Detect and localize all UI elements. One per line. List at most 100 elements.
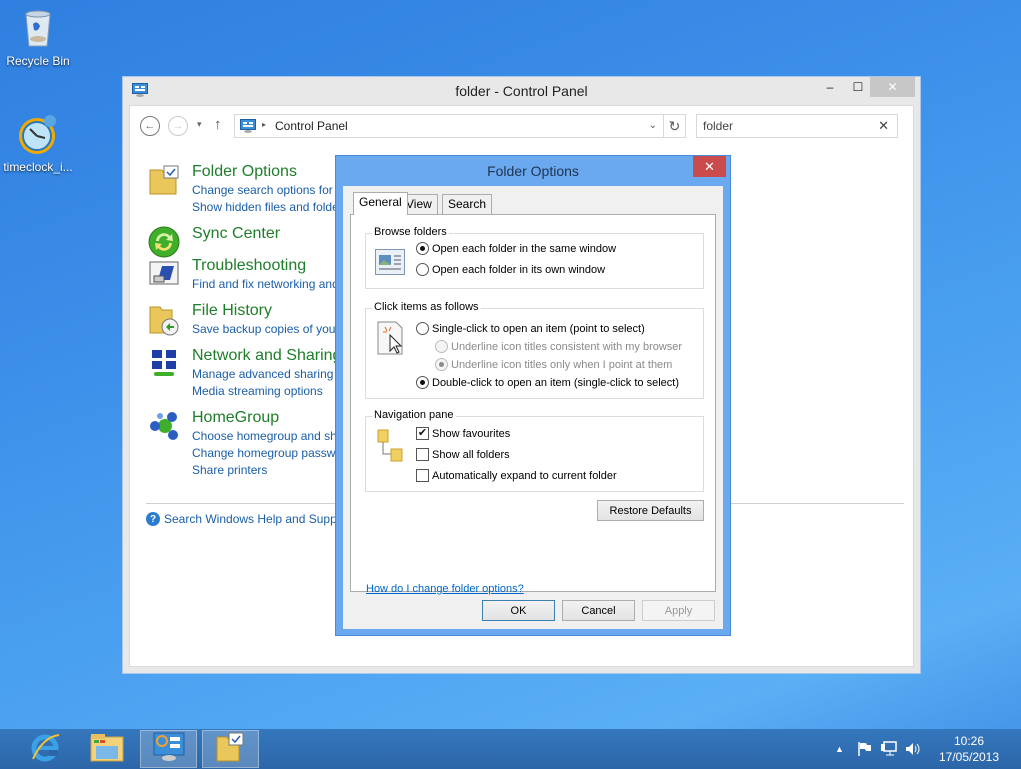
ok-button[interactable]: OK <box>482 600 555 621</box>
result-link[interactable]: Show hidden files and folders <box>192 199 346 216</box>
result-link[interactable]: Manage advanced sharing settings <box>192 366 346 383</box>
troubleshooting-icon <box>148 258 182 292</box>
breadcrumb-chevron-icon[interactable]: ▸ <box>262 120 266 129</box>
radio-button[interactable] <box>416 263 429 276</box>
taskbar-file-explorer[interactable] <box>78 730 135 768</box>
search-results: Folder Options Change search options for… <box>146 162 346 487</box>
search-input[interactable]: folder ✕ <box>696 114 898 138</box>
back-button[interactable]: ← <box>140 116 160 136</box>
click-items-group: Click items as follows Single-click to o… <box>365 301 704 399</box>
result-link[interactable]: Find and fix networking and connection p… <box>192 276 346 293</box>
radio-button[interactable] <box>416 376 429 389</box>
taskbar-control-panel[interactable] <box>140 730 197 768</box>
sync-center-icon <box>148 226 182 260</box>
result-title[interactable]: HomeGroup <box>192 408 346 428</box>
window-title: folder - Control Panel <box>455 83 588 99</box>
recent-locations-dropdown[interactable]: ▾ <box>197 119 202 130</box>
result-link[interactable]: Choose homegroup and sharing options <box>192 428 346 445</box>
result-link[interactable]: Share printers <box>192 462 346 479</box>
control-panel-icon <box>240 119 256 133</box>
result-folder-options: Folder Options Change search options for… <box>146 162 346 216</box>
network-icon[interactable] <box>881 729 897 769</box>
close-button[interactable]: ✕ <box>870 77 915 97</box>
radio-button[interactable] <box>416 322 429 335</box>
address-bar[interactable]: ▸ Control Panel ⌄ <box>234 114 664 138</box>
title-bar[interactable]: folder - Control Panel ‒ ☐ ✕ <box>123 77 920 105</box>
clear-search-icon[interactable]: ✕ <box>878 118 889 134</box>
group-label: Browse folders <box>372 226 449 238</box>
help-icon: ? <box>146 512 160 526</box>
checkbox[interactable]: ✔ <box>416 427 429 440</box>
restore-defaults-button[interactable]: Restore Defaults <box>597 500 704 521</box>
action-center-flag-icon[interactable] <box>857 729 873 769</box>
show-hidden-icons-button[interactable]: ▲ <box>835 729 844 769</box>
result-title[interactable]: Network and Sharing Center <box>192 346 346 366</box>
search-value: folder <box>703 119 734 133</box>
apply-button[interactable]: Apply <box>642 600 715 621</box>
radio-button[interactable] <box>435 340 448 353</box>
homegroup-icon <box>148 410 182 444</box>
result-link[interactable]: Media streaming options <box>192 383 346 400</box>
folder-options-dialog: Folder Options ✕ General View Search Bro… <box>335 155 731 636</box>
radio-underline-point[interactable]: Underline icon titles only when I point … <box>435 358 672 371</box>
option-label: Underline icon titles only when I point … <box>451 358 673 371</box>
result-title[interactable]: Troubleshooting <box>192 256 346 276</box>
breadcrumb-control-panel[interactable]: Control Panel <box>275 119 348 133</box>
up-button[interactable]: ↑ <box>214 116 222 133</box>
option-label: Underline icon titles consistent with my… <box>451 340 683 353</box>
group-label: Navigation pane <box>372 409 456 421</box>
recycle-bin-icon <box>16 6 60 50</box>
help-link[interactable]: How do I change folder options? <box>366 583 524 595</box>
dialog-close-button[interactable]: ✕ <box>693 156 726 177</box>
folder-options-icon <box>148 164 182 198</box>
radio-single-click[interactable]: Single-click to open an item (point to s… <box>416 322 645 335</box>
navigation-pane-group: Navigation pane ✔ Show favourites Show a… <box>365 409 704 492</box>
result-link[interactable]: Change search options for files and fold… <box>192 182 346 199</box>
address-dropdown-icon[interactable]: ⌄ <box>649 120 657 131</box>
result-title[interactable]: File History <box>192 301 346 321</box>
radio-button[interactable] <box>435 358 448 371</box>
desktop-icon-recycle-bin[interactable]: Recycle Bin <box>0 6 76 68</box>
result-network-sharing: Network and Sharing Center Manage advanc… <box>146 346 346 400</box>
result-link[interactable]: Change homegroup password <box>192 445 346 462</box>
click-pointer-icon <box>377 321 405 360</box>
result-title[interactable]: Folder Options <box>192 162 346 182</box>
result-title[interactable]: Sync Center <box>192 224 346 244</box>
navigation-bar: ← → ▾ ↑ ▸ Control Panel ⌄ ↻ folder ✕ <box>140 114 903 138</box>
control-panel-icon <box>153 732 185 767</box>
checkbox-auto-expand[interactable]: Automatically expand to current folder <box>416 469 617 482</box>
desktop-icon-timeclock[interactable]: timeclock_i... <box>0 112 76 174</box>
checkbox-show-all-folders[interactable]: Show all folders <box>416 448 510 461</box>
clock[interactable]: 10:26 17/05/2013 <box>930 733 1008 765</box>
taskbar: ▲ 10:26 17/05/2013 <box>0 729 1021 769</box>
folder-options-icon <box>215 731 247 768</box>
file-history-icon <box>148 303 182 337</box>
checkbox[interactable] <box>416 448 429 461</box>
taskbar-internet-explorer[interactable] <box>16 730 73 768</box>
browse-folders-group: Browse folders Open each folder in the s… <box>365 226 704 289</box>
maximize-button[interactable]: ☐ <box>844 77 872 97</box>
option-label: Double-click to open an item (single-cli… <box>432 376 679 389</box>
radio-double-click[interactable]: Double-click to open an item (single-cli… <box>416 376 679 389</box>
radio-own-window[interactable]: Open each folder in its own window <box>416 263 605 276</box>
folder-tree-icon <box>377 429 405 470</box>
refresh-button[interactable]: ↻ <box>664 114 686 138</box>
minimize-button[interactable]: ‒ <box>816 77 844 97</box>
taskbar-folder-options[interactable] <box>202 730 259 768</box>
option-label: Open each folder in the same window <box>432 242 617 255</box>
checkbox[interactable] <box>416 469 429 482</box>
result-troubleshooting: Troubleshooting Find and fix networking … <box>146 256 346 293</box>
checkbox-show-favourites[interactable]: ✔ Show favourites <box>416 427 510 440</box>
result-homegroup: HomeGroup Choose homegroup and sharing o… <box>146 408 346 479</box>
forward-button[interactable]: → <box>168 116 188 136</box>
volume-icon[interactable] <box>905 729 921 769</box>
radio-underline-browser[interactable]: Underline icon titles consistent with my… <box>435 340 682 353</box>
desktop-icon-label: timeclock_i... <box>3 160 73 174</box>
radio-button[interactable] <box>416 242 429 255</box>
tab-general[interactable]: General <box>353 192 408 215</box>
radio-same-window[interactable]: Open each folder in the same window <box>416 242 616 255</box>
cancel-button[interactable]: Cancel <box>562 600 635 621</box>
tab-search[interactable]: Search <box>442 194 493 214</box>
option-label: Single-click to open an item (point to s… <box>432 322 645 335</box>
result-link[interactable]: Save backup copies of your files with Fi… <box>192 321 346 338</box>
